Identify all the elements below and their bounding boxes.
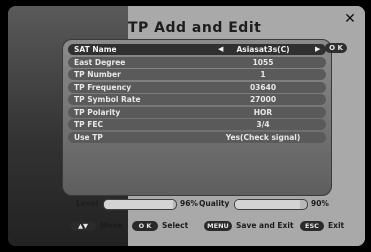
row-value: 1055 [252,57,274,67]
row-label: SAT Name [74,45,117,54]
row-value: Asiasat3s(C) [236,45,290,54]
level-bar [103,199,177,210]
row-label: TP Symbol Rate [74,95,141,104]
row-value: 03640 [249,82,277,92]
level-label: Level [76,199,99,208]
signal-meters: Level 96% Quality 90% [76,198,356,210]
row-value: Yes(Check signal) [225,132,301,142]
ok-button[interactable]: O K [325,43,347,53]
row-label: TP FEC [74,120,103,129]
updown-arrows-icon: ▲▼ [78,222,88,230]
move-key: ▲▼ [70,221,96,231]
ok-key: O K [132,221,158,231]
help-save-exit: Save and Exit [236,221,294,230]
row-label: East Degree [74,57,126,67]
level-bar-fill [104,200,174,209]
row-east-degree[interactable]: East Degree 1055 [68,56,326,68]
help-move: Move [100,221,123,230]
help-select: Select [162,221,189,230]
row-value: HOR [253,107,273,117]
settings-list: SAT Name ◀ Asiasat3s(C) ▶ East Degree 10… [68,44,326,144]
close-icon[interactable]: ✕ [343,12,357,26]
row-tp-polarity[interactable]: TP Polarity HOR [68,106,326,118]
row-label: TP Number [74,70,121,79]
help-exit: Exit [328,221,345,230]
esc-key: ESC [300,221,324,231]
row-value: 1 [260,70,266,79]
quality-percent: 90% [311,199,329,208]
row-value: 27000 [249,95,277,104]
level-percent: 96% [180,199,198,208]
row-label: TP Frequency [74,82,132,92]
row-tp-fec[interactable]: TP FEC 3/4 [68,119,326,130]
quality-bar [234,199,308,210]
row-label: Use TP [74,132,103,142]
help-bar: ▲▼ Move O K Select MENU Save and Exit ES… [64,220,354,234]
row-sat-name[interactable]: SAT Name ◀ Asiasat3s(C) ▶ [68,44,326,55]
row-use-tp[interactable]: Use TP Yes(Check signal) [68,131,326,143]
row-label: TP Polarity [74,107,121,117]
row-tp-frequency[interactable]: TP Frequency 03640 [68,81,326,93]
menu-key: MENU [204,221,232,231]
row-value: 3/4 [256,120,270,129]
quality-bar-fill [235,200,300,209]
row-tp-number[interactable]: TP Number 1 [68,69,326,80]
page-title: TP Add and Edit [128,20,262,36]
arrow-right-icon[interactable]: ▶ [315,44,320,55]
quality-label: Quality [199,199,230,208]
row-tp-symbol-rate[interactable]: TP Symbol Rate 27000 [68,94,326,105]
